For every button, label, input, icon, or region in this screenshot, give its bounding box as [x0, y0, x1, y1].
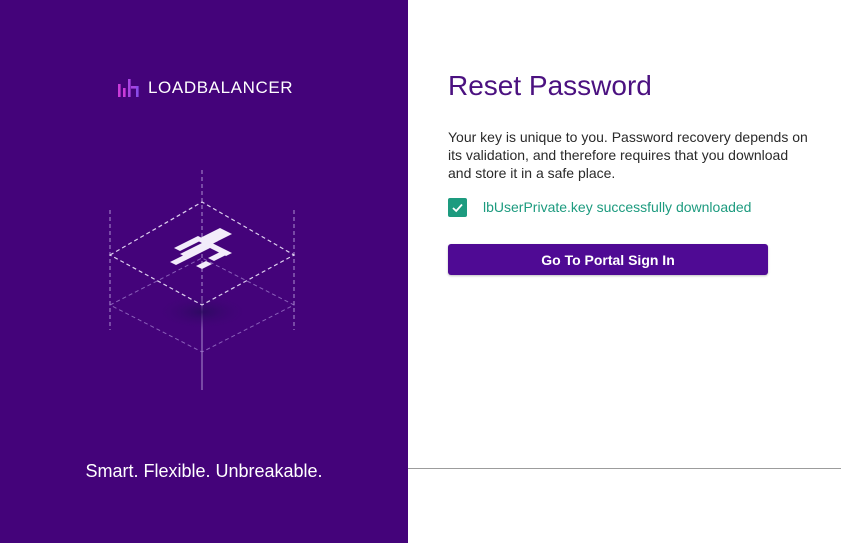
- reset-password-form: Reset Password Your key is unique to you…: [408, 0, 841, 543]
- go-to-portal-sign-in-button[interactable]: Go To Portal Sign In: [448, 244, 768, 275]
- divider: [408, 468, 841, 469]
- download-status: lbUserPrivate.key successfully downloade…: [448, 198, 751, 217]
- check-mark-icon: [452, 203, 463, 213]
- instructions-text: Your key is unique to you. Password reco…: [448, 129, 808, 181]
- brand-name: LOADBALANCER: [148, 78, 294, 97]
- brand-panel: LOADBALANCER Smart. Flexible. Unbreakabl…: [0, 0, 408, 543]
- tagline: Smart. Flexible. Unbreakable.: [85, 461, 323, 481]
- reset-password-page: LOADBALANCER Smart. Flexible. Unbreakabl…: [0, 0, 841, 543]
- page-title: Reset Password: [448, 70, 652, 101]
- bar-chart-logo-icon: [118, 79, 139, 97]
- download-status-text: lbUserPrivate.key successfully downloade…: [483, 199, 752, 215]
- check-icon: [448, 198, 467, 217]
- layered-cube-logo-icon: [108, 170, 296, 390]
- brand-logo: LOADBALANCER: [118, 79, 293, 97]
